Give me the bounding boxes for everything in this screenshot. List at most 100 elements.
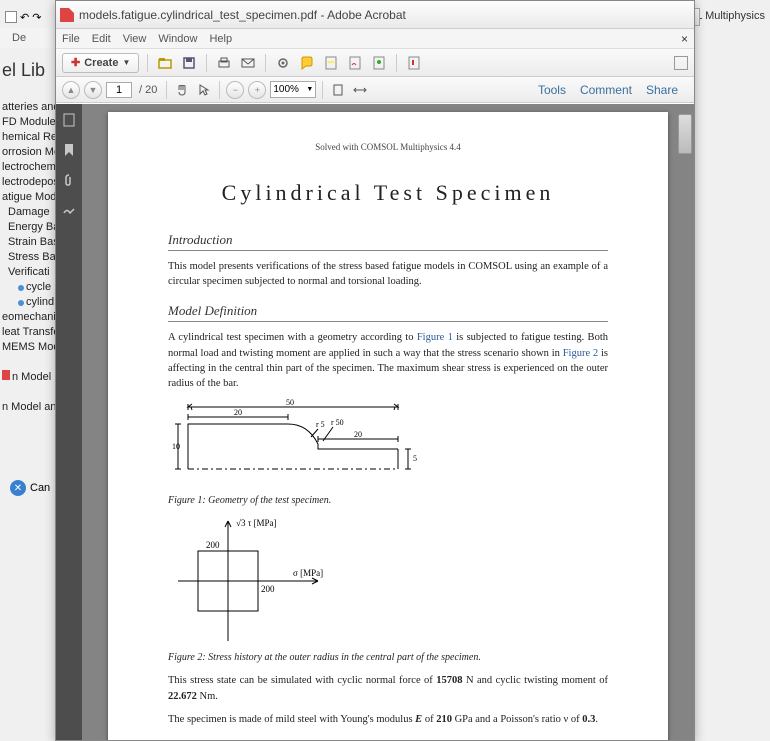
page-number-input[interactable]	[106, 82, 132, 98]
tree-item-selected[interactable]: cylind	[0, 295, 55, 310]
bg-sq	[5, 11, 17, 23]
tree-item[interactable]: atigue Modu	[0, 190, 55, 205]
bg-undo-icon: ↶	[20, 11, 29, 24]
document-area: Solved with COMSOL Multiphysics 4.4 Cyli…	[56, 104, 694, 740]
svg-text:200: 200	[206, 540, 220, 550]
nav-sidebar	[56, 104, 82, 740]
page-down-icon[interactable]: ▼	[84, 81, 102, 99]
bullet-icon	[18, 300, 24, 306]
tree-item[interactable]: Strain Bas	[0, 235, 55, 250]
tree-item[interactable]: MEMS Modul	[0, 340, 55, 355]
fit-page-icon[interactable]	[329, 81, 347, 99]
heading-model: Model Definition	[168, 303, 608, 322]
svg-text:10: 10	[172, 442, 180, 451]
bg-de-label: De	[12, 32, 26, 44]
page-viewport[interactable]: Solved with COMSOL Multiphysics 4.4 Cyli…	[82, 104, 694, 740]
sign-icon[interactable]	[346, 54, 364, 72]
tree-item[interactable]: FD Module	[0, 115, 55, 130]
tree-item[interactable]: Damage	[0, 205, 55, 220]
stamp-icon[interactable]	[370, 54, 388, 72]
main-toolbar: ✚ Create ▼	[56, 49, 694, 77]
svg-text:5: 5	[413, 454, 417, 463]
window-title: models.fatigue.cylindrical_test_specimen…	[79, 8, 690, 22]
expand-icon[interactable]	[674, 56, 688, 70]
highlight-icon[interactable]	[322, 54, 340, 72]
svg-text:50: 50	[286, 399, 294, 407]
attachments-icon[interactable]	[61, 172, 77, 188]
dropdown-arrow-icon: ▼	[122, 58, 130, 67]
tree-item[interactable]: eomechanic	[0, 310, 55, 325]
sticky-note-icon[interactable]	[298, 54, 316, 72]
open-icon[interactable]	[156, 54, 174, 72]
svg-text:200: 200	[261, 584, 275, 594]
tree-item[interactable]: n Model	[0, 370, 55, 385]
menu-file[interactable]: File	[62, 33, 80, 45]
save-icon[interactable]	[180, 54, 198, 72]
para-intro: This model presents verifications of the…	[168, 259, 608, 289]
create-button[interactable]: ✚ Create ▼	[62, 53, 139, 73]
cancel-icon[interactable]: ✕	[10, 480, 26, 496]
fit-width-icon[interactable]	[351, 81, 369, 99]
page-total: / 20	[136, 84, 160, 96]
scrollbar-thumb[interactable]	[678, 114, 692, 154]
svg-text:20: 20	[234, 408, 242, 417]
tree-item[interactable]: hemical Rea	[0, 130, 55, 145]
signatures-icon[interactable]	[61, 202, 77, 218]
figure1-caption: Figure 1: Geometry of the test specimen.	[168, 495, 608, 506]
model-tree: atteries and FD Module hemical Rea orros…	[0, 100, 55, 415]
tree-item[interactable]: Energy Ba	[0, 220, 55, 235]
pdf-icon	[2, 370, 10, 380]
comment-link[interactable]: Comment	[580, 83, 632, 97]
tree-item[interactable]: Verificati	[0, 265, 55, 280]
heading-intro: Introduction	[168, 232, 608, 251]
print-icon[interactable]	[215, 54, 233, 72]
zoom-out-icon[interactable]: −	[226, 81, 244, 99]
tree-item[interactable]: leat Transfer	[0, 325, 55, 340]
titlebar[interactable]: models.fatigue.cylindrical_test_specimen…	[56, 1, 694, 29]
tree-item[interactable]: lectrodepos	[0, 175, 55, 190]
menu-view[interactable]: View	[123, 33, 147, 45]
pdf-page: Solved with COMSOL Multiphysics 4.4 Cyli…	[108, 112, 668, 740]
tools-link[interactable]: Tools	[538, 83, 566, 97]
hand-tool-icon[interactable]	[173, 81, 191, 99]
nav-toolbar: ▲ ▼ / 20 − + 100%▼ Tools Comment Share	[56, 77, 694, 103]
tree-item	[0, 385, 55, 400]
pdf-file-icon	[60, 8, 74, 22]
tree-item[interactable]: lectrochemi	[0, 160, 55, 175]
bookmarks-icon[interactable]	[61, 142, 77, 158]
tree-item[interactable]: atteries and	[0, 100, 55, 115]
create-plus-icon: ✚	[71, 56, 80, 69]
document-close-icon[interactable]: ×	[681, 32, 688, 46]
zoom-in-icon[interactable]: +	[248, 81, 266, 99]
menu-window[interactable]: Window	[158, 33, 197, 45]
zoom-select[interactable]: 100%▼	[270, 81, 316, 98]
tree-item	[0, 355, 55, 370]
figure2-caption: Figure 2: Stress history at the outer ra…	[168, 652, 608, 663]
doc-title: Cylindrical Test Specimen	[168, 180, 608, 206]
svg-text:r 50: r 50	[331, 418, 344, 427]
cancel-label: Can	[30, 482, 50, 494]
menu-edit[interactable]: Edit	[92, 33, 111, 45]
attach-icon[interactable]	[405, 54, 423, 72]
gear-icon[interactable]	[274, 54, 292, 72]
para-material: The specimen is made of mild steel with …	[168, 712, 608, 727]
bg-left-big: el Lib	[2, 60, 45, 81]
tree-item[interactable]: cycle	[0, 280, 55, 295]
para-stress: This stress state can be simulated with …	[168, 673, 608, 703]
svg-text:r 5: r 5	[316, 420, 325, 429]
select-tool-icon[interactable]	[195, 81, 213, 99]
thumbnails-icon[interactable]	[61, 112, 77, 128]
email-icon[interactable]	[239, 54, 257, 72]
page-up-icon[interactable]: ▲	[62, 81, 80, 99]
share-link[interactable]: Share	[646, 83, 678, 97]
tree-item[interactable]: Stress Bas	[0, 250, 55, 265]
menu-help[interactable]: Help	[209, 33, 232, 45]
svg-text:√3 τ [MPa]: √3 τ [MPa]	[236, 518, 277, 528]
figure2-ref[interactable]: Figure 2	[563, 348, 598, 359]
tree-item[interactable]: orrosion Mo	[0, 145, 55, 160]
acrobat-window: models.fatigue.cylindrical_test_specimen…	[55, 0, 695, 741]
tree-item[interactable]: n Model and	[0, 400, 55, 415]
figure1-ref[interactable]: Figure 1	[417, 332, 453, 343]
menubar: File Edit View Window Help ×	[56, 29, 694, 49]
svg-text:σ [MPa]: σ [MPa]	[293, 568, 323, 578]
